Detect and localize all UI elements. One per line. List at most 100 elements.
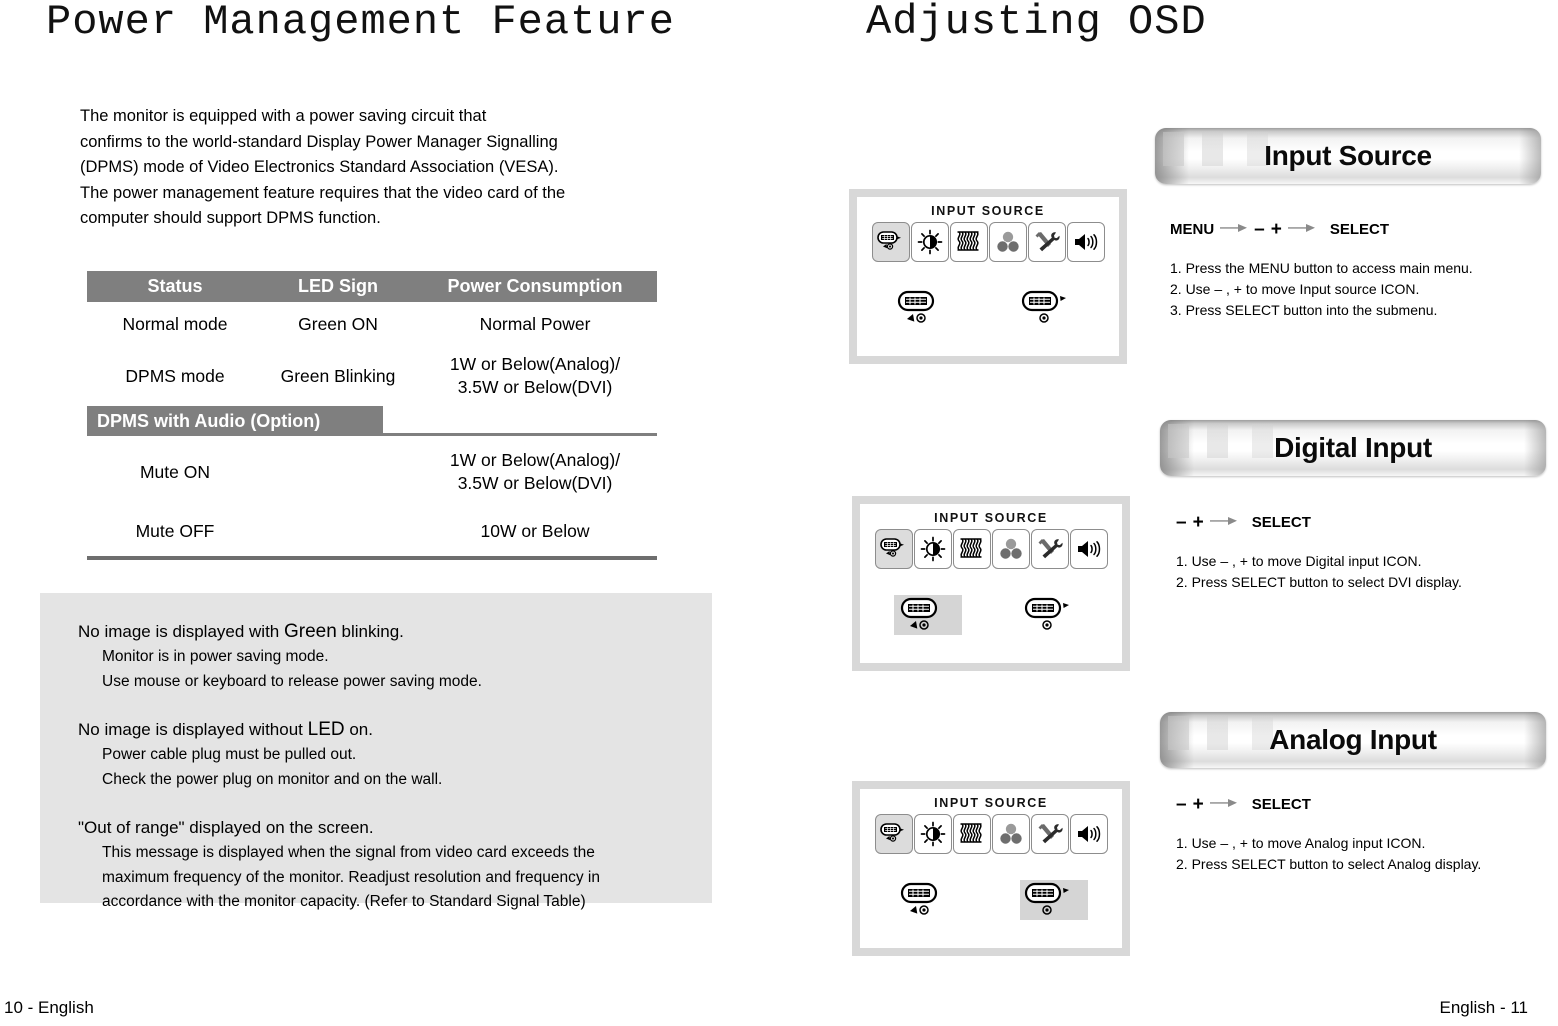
step-list: 1. Press the MENU button to access main … xyxy=(1170,258,1550,321)
instructions-analog-input: – + SELECT 1. Use – , + to move Analog i… xyxy=(1176,795,1556,875)
note-item: maximum frequency of the monitor. Readju… xyxy=(102,868,600,886)
osd-sub-icon-row xyxy=(860,595,1122,635)
note-heading-emphasis: LED xyxy=(307,719,345,740)
cell-status: DPMS mode xyxy=(125,365,225,386)
step-item: 1. Use – , + to move Analog input ICON. xyxy=(1176,835,1426,851)
column-header-led-sign: LED Sign xyxy=(298,276,378,296)
note-item: accordance with the monitor capacity. (R… xyxy=(102,893,586,910)
table-row: Mute OFF 10W or Below xyxy=(87,508,657,554)
note-spacer xyxy=(78,694,712,717)
banner-input-source: Input Source xyxy=(1155,128,1541,184)
step-item: 2. Use – , + to move Input source ICON. xyxy=(1170,281,1420,297)
osd-sub-icon-digital-dvi[interactable] xyxy=(891,288,959,328)
osd-icon-input-source[interactable] xyxy=(871,222,910,262)
cell-status: Mute ON xyxy=(139,461,211,482)
page-title-right: Adjusting OSD xyxy=(866,0,1207,46)
osd-icon-volume[interactable] xyxy=(1069,529,1108,569)
osd-icon-input-source[interactable] xyxy=(874,529,913,569)
menu-key-label: MENU xyxy=(1170,221,1215,238)
manual-page: Power Management Feature Adjusting OSD T… xyxy=(0,0,1558,1026)
select-key-label: SELECT xyxy=(1251,796,1311,813)
plus-key-label: + xyxy=(1192,512,1204,533)
minus-key-label: – xyxy=(1176,794,1187,815)
instructions-input-source: MENU – + SELECT 1. Press the MENU button… xyxy=(1170,220,1550,321)
cell-power-line: 10W or Below xyxy=(480,520,590,541)
arrow-right-icon xyxy=(1209,514,1238,531)
banner-label: Analog Input xyxy=(1269,724,1437,755)
step-list: 1. Use – , + to move Analog input ICON. … xyxy=(1176,833,1556,875)
cell-power-line: 1W or Below(Analog)/ xyxy=(449,450,621,470)
cell-power-line: 1W or Below(Analog)/ xyxy=(449,354,621,374)
osd-sub-icon-analog-vga[interactable] xyxy=(1017,288,1085,328)
osd-icon-row xyxy=(860,529,1122,569)
minus-key-label: – xyxy=(1254,219,1265,240)
osd-icon-tools[interactable] xyxy=(1030,814,1069,854)
table-subheader-wrap: DPMS with Audio (Option) xyxy=(87,406,657,436)
osd-icon-brightness-contrast[interactable] xyxy=(913,814,952,854)
page-title-left: Power Management Feature xyxy=(46,0,675,46)
step-list: 1. Use – , + to move Digital input ICON.… xyxy=(1176,551,1556,593)
osd-icon-geometry[interactable] xyxy=(952,529,991,569)
intro-line: confirms to the world-standard Display P… xyxy=(80,132,558,151)
osd-sub-icon-analog-vga[interactable] xyxy=(1020,595,1088,635)
cell-status: Normal mode xyxy=(122,313,228,334)
instructions-digital-input: – + SELECT 1. Use – , + to move Digital … xyxy=(1176,513,1556,593)
note-heading-pre: No image is displayed with xyxy=(78,622,284,641)
table-row: DPMS mode Green Blinking 1W or Below(Ana… xyxy=(87,346,657,406)
osd-icon-geometry[interactable] xyxy=(952,814,991,854)
osd-icon-tools[interactable] xyxy=(1030,529,1069,569)
note-heading-emphasis: Green xyxy=(283,621,337,642)
osd-screen-input-source: INPUT SOURCE xyxy=(849,189,1127,364)
cell-power-line: 3.5W or Below(DVI) xyxy=(457,377,613,397)
note-heading-post: on. xyxy=(344,720,373,739)
footer-page-right: English - 11 xyxy=(1439,998,1528,1017)
osd-icon-tools[interactable] xyxy=(1027,222,1066,262)
note-item: This message is displayed when the signa… xyxy=(102,844,595,861)
intro-line: computer should support DPMS function. xyxy=(80,209,381,227)
osd-screen-digital-input: INPUT SOURCE xyxy=(852,496,1130,671)
note-spacer xyxy=(78,792,712,815)
cell-status: Mute OFF xyxy=(135,520,215,541)
osd-icon-input-source[interactable] xyxy=(874,814,913,854)
osd-icon-brightness-contrast[interactable] xyxy=(910,222,949,262)
osd-sub-icon-digital-dvi[interactable] xyxy=(894,880,962,920)
column-header-status: Status xyxy=(147,276,203,296)
cell-power: 10W or Below xyxy=(413,520,657,543)
osd-icon-color[interactable] xyxy=(991,814,1030,854)
column-header-power-consumption: Power Consumption xyxy=(447,276,623,296)
osd-icon-brightness-contrast[interactable] xyxy=(913,529,952,569)
cell-power: 1W or Below(Analog)/ 3.5W or Below(DVI) xyxy=(413,353,657,399)
osd-icon-color[interactable] xyxy=(991,529,1030,569)
step-item: 2. Press SELECT button to select Analog … xyxy=(1176,856,1482,872)
note-item: Power cable plug must be pulled out. xyxy=(102,746,357,763)
banner-digital-input: Digital Input xyxy=(1160,420,1546,476)
key-sequence: – + SELECT xyxy=(1176,795,1556,814)
plus-key-label: + xyxy=(1192,794,1204,815)
note-heading-pre: "Out of range" displayed on the screen. xyxy=(78,818,374,837)
select-key-label: SELECT xyxy=(1251,514,1311,531)
osd-sub-icon-digital-dvi[interactable] xyxy=(894,595,962,635)
osd-icon-color[interactable] xyxy=(988,222,1027,262)
intro-line: The monitor is equipped with a power sav… xyxy=(80,107,487,125)
note-heading: "Out of range" displayed on the screen. xyxy=(78,815,712,840)
cell-power: Normal Power xyxy=(413,313,657,336)
key-sequence: MENU – + SELECT xyxy=(1170,220,1550,239)
osd-sub-icon-row xyxy=(860,880,1122,920)
osd-icon-geometry[interactable] xyxy=(949,222,988,262)
note-heading-pre: No image is displayed without xyxy=(78,720,308,739)
osd-menu-title: INPUT SOURCE xyxy=(934,511,1048,525)
osd-icon-row xyxy=(860,814,1122,854)
osd-icon-row xyxy=(857,222,1119,262)
arrow-right-icon xyxy=(1209,796,1238,813)
note-heading-post: blinking. xyxy=(336,622,404,641)
osd-icon-volume[interactable] xyxy=(1069,814,1108,854)
cell-led: Green Blinking xyxy=(280,365,396,386)
osd-icon-volume[interactable] xyxy=(1066,222,1105,262)
intro-line: The power management feature requires th… xyxy=(80,183,566,202)
osd-menu-title: INPUT SOURCE xyxy=(934,796,1048,810)
cell-power: 1W or Below(Analog)/ 3.5W or Below(DVI) xyxy=(413,449,657,495)
footer-page-left: 10 - English xyxy=(4,998,94,1017)
step-item: 1. Press the MENU button to access main … xyxy=(1170,260,1473,276)
note-item: Use mouse or keyboard to release power s… xyxy=(102,672,482,690)
osd-sub-icon-analog-vga[interactable] xyxy=(1020,880,1088,920)
